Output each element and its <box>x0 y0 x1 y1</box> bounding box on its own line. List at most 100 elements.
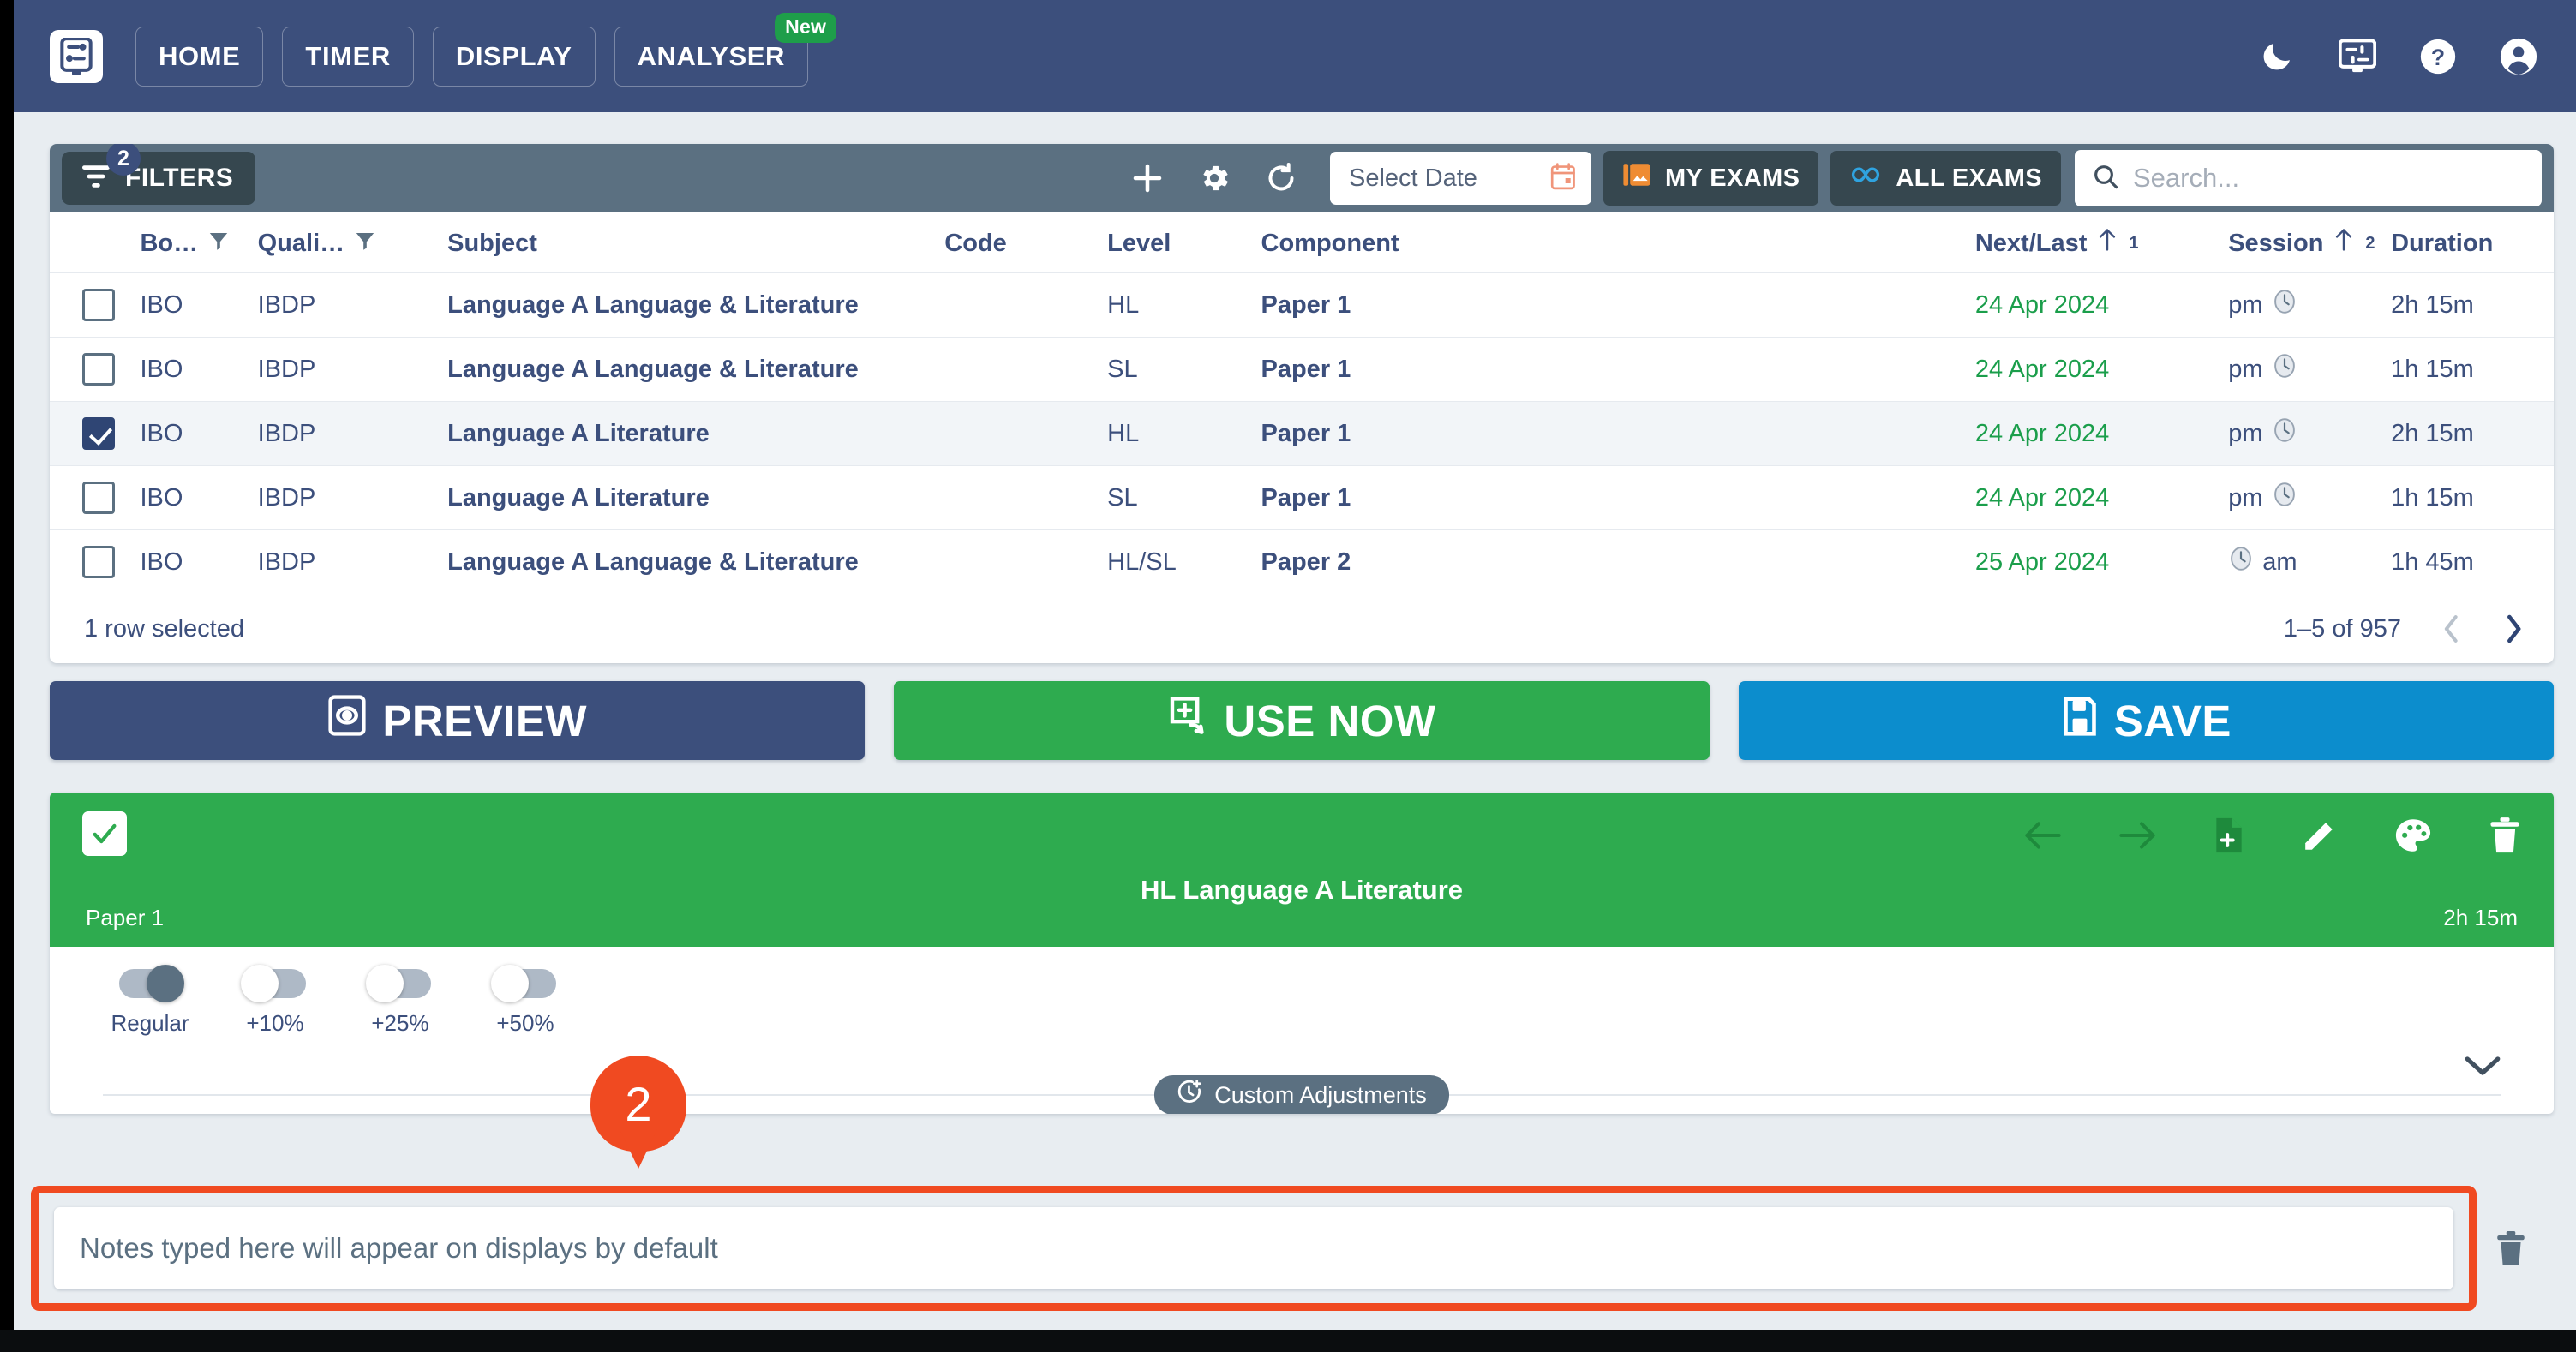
preview-label: PREVIEW <box>382 696 588 745</box>
save-button[interactable]: SAVE <box>1738 681 2554 760</box>
toggle-switch[interactable] <box>119 965 184 1002</box>
col-session[interactable]: Session 2 <box>2228 212 2392 273</box>
toggle-switch[interactable] <box>366 965 431 1002</box>
nav-display[interactable]: DISPLAY <box>432 26 596 87</box>
col-qualification[interactable]: Quali… <box>257 212 448 273</box>
cell-board: IBO <box>140 290 183 319</box>
app-logo-icon[interactable] <box>50 29 103 83</box>
moon-icon[interactable] <box>2249 28 2305 85</box>
filters-label: FILTERS <box>125 164 234 192</box>
all-exams-label: ALL EXAMS <box>1896 164 2042 192</box>
table-row[interactable]: IBO IBDP Language A Literature SL Paper 1 24 … <box>50 465 2554 530</box>
cell-select[interactable] <box>50 530 140 595</box>
cell-duration: 1h 45m <box>2391 547 2474 576</box>
cell-session-wrap: pm <box>2228 402 2391 466</box>
exam-table-body: IBO IBDP Language A Language & Literature H… <box>50 272 2554 595</box>
palette-icon[interactable] <box>2394 817 2432 853</box>
add-document-icon[interactable] <box>2213 817 2245 854</box>
filters-button[interactable]: FILTERS 2 <box>62 144 256 205</box>
nav-home[interactable]: HOME <box>135 26 264 87</box>
notes-row: Notes typed here will appear on displays… <box>31 1186 2545 1311</box>
display-settings-icon[interactable] <box>2329 28 2386 85</box>
cell-select[interactable] <box>50 338 140 402</box>
clock-icon <box>2272 289 2297 321</box>
col-next-last[interactable]: Next/Last 1 <box>1974 212 2229 273</box>
toggle-regular[interactable]: Regular <box>103 965 197 1037</box>
toggle--25-[interactable]: +25% <box>353 965 447 1037</box>
cell-subject: Language A Literature <box>447 419 710 447</box>
chevron-down-icon[interactable] <box>2465 1055 2501 1081</box>
toggle-switch[interactable] <box>241 965 306 1002</box>
gear-icon[interactable] <box>1189 153 1239 203</box>
col-session-label: Session <box>2228 229 2324 257</box>
my-exams-button[interactable]: MY EXAMS <box>1603 151 1819 206</box>
col-level[interactable]: Level <box>1107 212 1261 273</box>
table-row[interactable]: IBO IBDP Language A Language & Literature H… <box>50 529 2554 595</box>
row-checkbox[interactable] <box>82 482 115 514</box>
cell-qualification: IBDP <box>257 483 316 511</box>
all-exams-button[interactable]: ALL EXAMS <box>1830 151 2061 206</box>
exam-card-duration: 2h 15m <box>2443 905 2518 930</box>
cell-next-last: 24 Apr 2024 <box>1974 355 2110 383</box>
funnel-icon[interactable] <box>208 230 229 258</box>
toggle-knob <box>366 965 404 1002</box>
sort-asc-icon[interactable] <box>2333 228 2354 259</box>
notes-delete-icon[interactable] <box>2477 1230 2545 1266</box>
cell-qualification: IBDP <box>257 547 316 576</box>
funnel-icon[interactable] <box>355 230 375 258</box>
toggle-knob <box>241 965 279 1002</box>
search-input[interactable]: Search... <box>2075 150 2542 206</box>
refresh-icon[interactable] <box>1256 153 1306 203</box>
notes-placeholder: Notes typed here will appear on displays… <box>80 1232 718 1264</box>
notes-input[interactable]: Notes typed here will appear on displays… <box>54 1207 2453 1289</box>
toggle-label: +10% <box>246 1010 304 1036</box>
plus-icon[interactable] <box>1123 153 1172 203</box>
col-duration[interactable]: Duration <box>2391 212 2554 273</box>
cell-code <box>944 402 1107 466</box>
col-code[interactable]: Code <box>944 212 1108 273</box>
row-checkbox[interactable] <box>82 546 115 579</box>
table-row[interactable]: IBO IBDP Language A Language & Literature H… <box>50 272 2554 338</box>
cell-select[interactable] <box>50 466 140 530</box>
nav-timer[interactable]: TIMER <box>282 26 414 87</box>
select-date-placeholder: Select Date <box>1348 164 1477 192</box>
col-subject[interactable]: Subject <box>447 212 945 273</box>
custom-adjustments-button[interactable]: Custom Adjustments <box>1154 1075 1449 1114</box>
col-select <box>50 212 141 273</box>
table-row[interactable]: IBO IBDP Language A Language & Literature S… <box>50 337 2554 402</box>
row-checkbox[interactable] <box>82 417 115 450</box>
toggle--10-[interactable]: +10% <box>228 965 322 1037</box>
cell-select[interactable] <box>50 273 140 338</box>
account-icon[interactable] <box>2490 28 2547 85</box>
cell-subject: Language A Language & Literature <box>447 290 859 319</box>
table-row[interactable]: IBO IBDP Language A Literature HL Paper 1 24 … <box>50 401 2554 466</box>
pagination-prev-button[interactable] <box>2441 614 2463 643</box>
cell-code <box>944 530 1107 595</box>
cell-select[interactable] <box>50 402 140 466</box>
use-now-button[interactable]: USE NOW <box>894 681 1710 760</box>
sort-asc-icon[interactable] <box>2097 228 2118 259</box>
pagination-next-button[interactable] <box>2502 614 2525 643</box>
row-checkbox[interactable] <box>82 289 115 321</box>
help-icon[interactable]: ? <box>2410 28 2466 85</box>
preview-button[interactable]: PREVIEW <box>50 681 866 760</box>
toggle--50-[interactable]: +50% <box>478 965 572 1037</box>
nav-analyser[interactable]: ANALYSER New <box>614 12 837 87</box>
arrow-right-icon[interactable] <box>2118 818 2156 852</box>
arrow-left-icon[interactable] <box>2024 818 2062 852</box>
exam-card-checkbox[interactable] <box>82 811 127 856</box>
cell-session-wrap: pm <box>2228 466 2391 530</box>
selected-exam-card: HL Language A Literature Paper 1 2h 15m … <box>50 793 2554 1114</box>
cell-component: Paper 2 <box>1261 547 1351 576</box>
toggle-switch[interactable] <box>491 965 556 1002</box>
clock-icon <box>2272 482 2297 514</box>
edit-pencil-icon[interactable] <box>2302 817 2338 853</box>
screen-bezel-bottom <box>0 1330 2576 1352</box>
delete-trash-icon[interactable] <box>2489 817 2521 854</box>
col-board[interactable]: Bo… <box>140 212 258 273</box>
select-date-input[interactable]: Select Date <box>1329 152 1591 205</box>
cell-component: Paper 1 <box>1261 355 1351 383</box>
row-checkbox[interactable] <box>82 353 115 386</box>
app-screen: HOME TIMER DISPLAY ANALYSER New ? FILTER… <box>0 0 2576 1352</box>
col-component[interactable]: Component <box>1261 212 1975 273</box>
